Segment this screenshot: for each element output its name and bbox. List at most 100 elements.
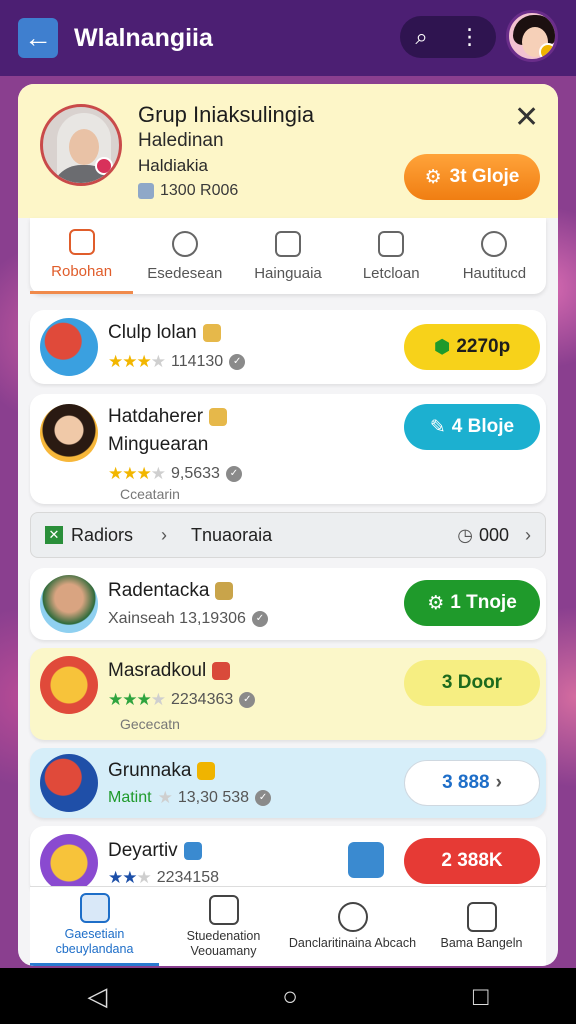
item-name: Radentacka	[108, 580, 234, 602]
share-icon[interactable]	[348, 842, 384, 878]
tab-2[interactable]: Hainguaia	[236, 218, 339, 294]
avatar	[40, 575, 98, 633]
edit-icon	[208, 894, 239, 925]
item-action-button[interactable]: 3 888 ›	[404, 760, 540, 806]
tag-icon: ⬢	[433, 336, 451, 358]
group-avatar	[40, 104, 122, 186]
tab-label: Robohan	[51, 263, 113, 280]
item-name: Grunnaka	[108, 760, 216, 782]
item-rating: ★★★★ 2234363 ✓	[108, 690, 256, 710]
appbar-actions: ⌕ ⋮	[400, 16, 496, 58]
home-icon	[68, 229, 95, 255]
members-icon	[138, 183, 154, 199]
filter-left-label: Radiors	[71, 524, 134, 545]
more-options-icon[interactable]: ⋮	[459, 24, 481, 50]
chevron-right-icon[interactable]: ›	[525, 525, 531, 546]
item-name-2: Minguearan	[108, 434, 209, 455]
bottom-nav-item-0[interactable]: Gaesetiain cbeuylandana	[30, 887, 159, 966]
clock-icon: ◷	[457, 524, 473, 545]
tab-4[interactable]: Hautitucd	[443, 218, 546, 294]
tab-label: Hautitucd	[462, 264, 527, 282]
list-item[interactable]: Radentacka Xainseah 13,19306 ✓ ⚙ 1 Tnoje	[30, 568, 546, 640]
item-extra: Cceatarin	[120, 486, 180, 502]
item-name: Deyartiv	[108, 840, 202, 862]
back-icon[interactable]: ◁	[87, 981, 107, 1012]
badge-icon: ✓	[255, 790, 272, 806]
bottom-nav-item-3[interactable]: Bama Bangeln	[417, 887, 546, 966]
badge-icon: ✓	[251, 611, 268, 627]
bottom-nav-label: Bama Bangeln	[440, 936, 523, 950]
item-extra: Gececatn	[120, 716, 180, 732]
bottom-nav: Gaesetiain cbeuylandana Stuedenation Veo…	[30, 886, 546, 966]
tab-label: Esedesean	[147, 264, 223, 282]
tab-label: Hainguaia	[254, 264, 322, 282]
list-item[interactable]: Hatdaherer Minguearan ★★★★ 9,5633 ✓ Ccea…	[30, 394, 546, 504]
list-item[interactable]: Grunnaka Matint ★ 13,30 538 ✓ 3 888 ›	[30, 748, 546, 818]
tab-0[interactable]: Robohan	[30, 218, 134, 294]
chat-icon	[378, 230, 405, 257]
group-subtitle-2: Haldiakia	[138, 156, 208, 175]
group-header: Grup Iniaksulingia Haledinan Haldiakia 1…	[18, 84, 558, 218]
profile-avatar[interactable]	[506, 10, 558, 62]
user-icon	[466, 902, 497, 932]
filter-middle-label: Tnuaoraia	[191, 524, 273, 545]
group-members: 1300 R006	[138, 182, 238, 200]
join-label: 3t Gloje	[449, 166, 520, 187]
avatar	[40, 404, 98, 462]
badge-icon: ✓	[225, 466, 242, 482]
back-button[interactable]: ←	[18, 18, 58, 58]
recents-icon[interactable]: □	[473, 981, 489, 1012]
item-meta: Matint ★ 13,30 538 ✓	[108, 788, 272, 808]
sun-icon	[40, 656, 98, 714]
bottom-nav-label: Stuedenation Veouamany	[186, 928, 261, 958]
filter-count: ◷ 000	[457, 524, 509, 545]
item-action-button[interactable]: ⚙ 1 Tnoje	[404, 580, 540, 626]
tab-3[interactable]: Letcloan	[340, 218, 443, 294]
edit-icon: ✎	[429, 416, 446, 438]
tab-bar: Robohan Esedesean Hainguaia Letcloan Hau…	[30, 218, 546, 294]
checkbox-icon[interactable]: ✕	[45, 526, 63, 544]
gear-icon: ⚙	[427, 592, 445, 614]
bottom-nav-item-1[interactable]: Stuedenation Veouamany	[159, 887, 288, 966]
badge-icon: ✓	[229, 354, 246, 370]
members-count: 1300 R006	[160, 182, 239, 199]
tab-label: Letcloan	[362, 264, 420, 282]
search-icon	[481, 230, 508, 257]
back-arrow-icon: ←	[24, 22, 52, 53]
item-name: Clulp lolan	[108, 322, 221, 344]
chevron-right-icon: ›	[495, 772, 502, 793]
list-item[interactable]: Masradkoul ★★★★ 2234363 ✓ Gececatn 3 Doo…	[30, 648, 546, 740]
item-action-button[interactable]: ⬢ 2270p	[404, 324, 540, 370]
item-meta: Xainseah 13,19306 ✓	[108, 610, 268, 628]
badge-icon: ✓	[239, 692, 256, 708]
home-icon	[79, 893, 110, 923]
gift-icon	[40, 318, 98, 376]
phone-icon	[275, 230, 301, 257]
search-icon[interactable]: ⌕	[415, 24, 427, 50]
gift-icon	[40, 754, 98, 812]
user-icon	[171, 230, 198, 257]
app-title: Wlalnangiia	[74, 23, 213, 52]
group-title: Grup Iniaksulingia	[138, 102, 315, 127]
item-name: Hatdaherer	[108, 406, 228, 428]
tab-1[interactable]: Esedesean	[133, 218, 236, 294]
item-rating: ★★★ 2234158	[108, 868, 220, 887]
home-circle-icon[interactable]: ○	[282, 981, 298, 1012]
system-nav-bar: ◁ ○ □	[0, 968, 576, 1024]
join-group-button[interactable]: ⚙ 3t Gloje	[404, 154, 540, 200]
search-icon	[337, 902, 368, 932]
bottom-nav-label: Gaesetiain cbeuylandana	[55, 927, 134, 956]
chevron-right-icon: ›	[161, 524, 168, 545]
item-name: Masradkoul	[108, 660, 231, 682]
gear-icon: ⚙	[424, 166, 442, 188]
item-action-button[interactable]: 2 388K	[404, 838, 540, 884]
filter-bar[interactable]: ✕ Radiors › Tnuaoraia ◷ 000 ›	[30, 512, 546, 558]
bottom-nav-label: Danclaritinaina Abcach	[288, 936, 417, 950]
item-rating: ★★★★ 114130 ✓	[108, 352, 246, 372]
bottom-nav-item-2[interactable]: Danclaritinaina Abcach	[288, 887, 417, 966]
list-item[interactable]: Clulp lolan ★★★★ 114130 ✓ ⬢ 2270p	[30, 310, 546, 384]
item-action-button[interactable]: 3 Door	[404, 660, 540, 706]
avatar	[40, 834, 98, 892]
item-action-button[interactable]: ✎ 4 Bloje	[404, 404, 540, 450]
close-button[interactable]: ✕	[514, 100, 539, 135]
